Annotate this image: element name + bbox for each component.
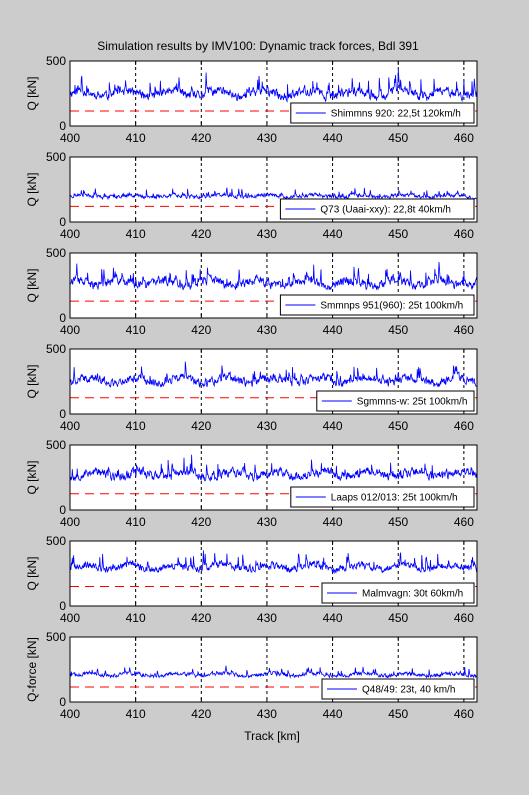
- y-tick-label: 0: [59, 119, 66, 133]
- y-tick-label: 500: [46, 150, 66, 164]
- x-tick-label: 440: [323, 227, 343, 241]
- y-tick-label: 0: [59, 215, 66, 229]
- y-tick-label: 500: [46, 246, 66, 260]
- y-tick-label: 500: [46, 630, 66, 644]
- x-tick-label: 410: [126, 707, 146, 721]
- x-tick-label: 400: [60, 707, 80, 721]
- x-tick-label: 440: [323, 131, 343, 145]
- x-tick-label: 440: [323, 707, 343, 721]
- x-tick-label: 420: [191, 131, 211, 145]
- subplot-7: 400 410 420 430 440 450 460 0 500 Q-force [kN] Q48…: [25, 630, 478, 721]
- x-tick-label: 440: [323, 419, 343, 433]
- legend: Q73 (Uaai-xxy): 22,8t 40km/h: [279, 198, 475, 220]
- y-axis-label: Q-force [kN]: [25, 637, 39, 702]
- x-tick-label: 420: [191, 227, 211, 241]
- legend: Smmnps 951(960): 25t 100km/h: [279, 294, 475, 316]
- legend: Shimmns 920: 22,5t 120km/h: [290, 102, 475, 124]
- y-tick-label: 0: [59, 407, 66, 421]
- x-tick-label: 410: [126, 131, 146, 145]
- subplot-3: 400 410 420 430 440 450 460 0 500 Q [kN] Smmnps 95…: [25, 246, 478, 337]
- x-tick-label: 440: [323, 323, 343, 337]
- y-tick-label: 500: [46, 534, 66, 548]
- x-tick-label: 400: [60, 515, 80, 529]
- y-axis-label: Q [kN]: [25, 460, 39, 494]
- y-tick-label: 0: [59, 503, 66, 517]
- x-tick-label: 430: [257, 419, 277, 433]
- x-tick-label: 420: [191, 515, 211, 529]
- x-tick-label: 450: [388, 515, 408, 529]
- x-tick-label: 450: [388, 707, 408, 721]
- x-tick-label: 450: [388, 323, 408, 337]
- y-tick-label: 500: [46, 342, 66, 356]
- legend-label: Shimmns 920: 22,5t 120km/h: [331, 109, 461, 120]
- x-tick-label: 430: [257, 611, 277, 625]
- x-tick-label: 400: [60, 131, 80, 145]
- subplot-4: 400 410 420 430 440 450 460 0 500 Q [kN] Sgmmns-w:…: [25, 342, 478, 433]
- y-tick-label: 0: [59, 695, 66, 709]
- subplot-2: 400 410 420 430 440 450 460 0 500 Q [kN] Q73 (Uaai…: [25, 150, 478, 241]
- x-tick-label: 410: [126, 419, 146, 433]
- legend-label: Smmnps 951(960): 25t 100km/h: [320, 301, 463, 312]
- x-tick-label: 430: [257, 707, 277, 721]
- subplot-1: 400 410 420 430 440 450 460 0 500 Q [kN] Shimmns 9…: [25, 54, 478, 145]
- y-tick-label: 0: [59, 311, 66, 325]
- x-tick-label: 450: [388, 611, 408, 625]
- legend: Laaps 012/013: 25t 100km/h: [290, 486, 475, 508]
- figure: Simulation results by IMV100: Dynamic tr…: [25, 39, 478, 743]
- x-tick-label: 440: [323, 515, 343, 529]
- x-tick-label: 400: [60, 323, 80, 337]
- y-axis-label: Q [kN]: [25, 172, 39, 206]
- x-tick-label: 440: [323, 611, 343, 625]
- x-tick-label: 430: [257, 227, 277, 241]
- subplot-5: 400 410 420 430 440 450 460 0 500 Q [kN] Laaps 012…: [25, 438, 478, 529]
- legend: Q48/49: 23t, 40 km/h: [321, 678, 475, 700]
- legend-label: Laaps 012/013: 25t 100km/h: [331, 493, 458, 504]
- x-tick-label: 460: [454, 419, 474, 433]
- legend: Malmvagn: 30t 60km/h: [321, 582, 475, 604]
- x-tick-label: 430: [257, 131, 277, 145]
- legend-label: Q73 (Uaai-xxy): 22,8t 40km/h: [320, 205, 451, 216]
- subplot-6: 400 410 420 430 440 450 460 0 500 Q [kN] Malmvagn:…: [25, 534, 478, 625]
- y-tick-label: 500: [46, 54, 66, 68]
- x-tick-label: 420: [191, 323, 211, 337]
- x-tick-label: 460: [454, 707, 474, 721]
- x-tick-label: 430: [257, 323, 277, 337]
- legend: Sgmmns-w: 25t 100km/h: [316, 390, 475, 412]
- y-axis-label: Q [kN]: [25, 268, 39, 302]
- x-tick-label: 430: [257, 515, 277, 529]
- x-tick-label: 420: [191, 419, 211, 433]
- x-tick-label: 400: [60, 227, 80, 241]
- x-tick-label: 410: [126, 515, 146, 529]
- x-tick-label: 420: [191, 611, 211, 625]
- legend-label: Sgmmns-w: 25t 100km/h: [357, 397, 468, 408]
- x-tick-label: 460: [454, 131, 474, 145]
- x-tick-label: 460: [454, 611, 474, 625]
- x-tick-label: 410: [126, 227, 146, 241]
- x-axis-label: Track [km]: [244, 729, 300, 743]
- x-tick-label: 460: [454, 227, 474, 241]
- y-axis-label: Q [kN]: [25, 364, 39, 398]
- x-tick-label: 410: [126, 611, 146, 625]
- x-tick-label: 460: [454, 515, 474, 529]
- y-axis-label: Q [kN]: [25, 556, 39, 590]
- x-tick-label: 450: [388, 419, 408, 433]
- x-tick-label: 400: [60, 611, 80, 625]
- y-axis-label: Q [kN]: [25, 76, 39, 110]
- x-tick-label: 420: [191, 707, 211, 721]
- x-tick-label: 410: [126, 323, 146, 337]
- x-tick-label: 400: [60, 419, 80, 433]
- y-tick-label: 0: [59, 599, 66, 613]
- y-tick-label: 500: [46, 438, 66, 452]
- x-tick-label: 450: [388, 227, 408, 241]
- x-tick-label: 460: [454, 323, 474, 337]
- figure-title: Simulation results by IMV100: Dynamic tr…: [97, 39, 419, 53]
- legend-label: Q48/49: 23t, 40 km/h: [362, 685, 455, 696]
- x-tick-label: 450: [388, 131, 408, 145]
- subplots: 400 410 420 430 440 450 460 0 500 Q [kN] Shimmns 9…: [25, 54, 478, 721]
- legend-label: Malmvagn: 30t 60km/h: [362, 589, 463, 600]
